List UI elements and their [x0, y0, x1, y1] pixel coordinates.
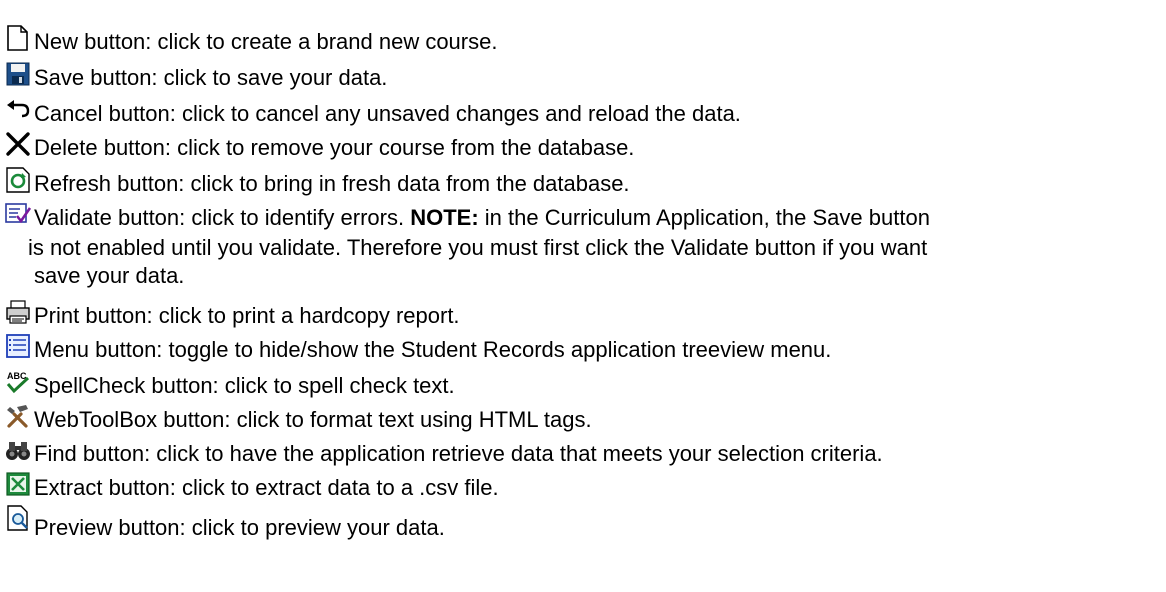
list-item-preview: Preview button: click to preview your da… [4, 504, 445, 542]
validate-continuation-2: save your data. [34, 263, 185, 288]
excel-extract-icon[interactable] [4, 470, 32, 498]
validate-icon[interactable] [4, 200, 32, 228]
list-item-webtoolbox: WebToolBox button: click to format text … [4, 402, 592, 434]
save-disk-icon[interactable] [4, 60, 32, 88]
list-item-extract: Extract button: click to extract data to… [4, 470, 499, 502]
refresh-icon[interactable] [4, 166, 32, 194]
item-text: Validate button: click to identify error… [34, 200, 930, 232]
item-text: Find button: click to have the applicati… [34, 441, 883, 466]
svg-text:ABC: ABC [7, 371, 27, 381]
item-text: New button: click to create a brand new … [34, 29, 498, 54]
menu-list-icon[interactable] [4, 332, 32, 360]
list-item-validate: Validate button: click to identify error… [4, 200, 930, 232]
validate-continuation-1: is not enabled until you validate. There… [28, 235, 928, 260]
tools-icon[interactable] [4, 402, 32, 430]
item-text: Cancel button: click to cancel any unsav… [34, 101, 741, 126]
validate-text: Validate button: click to identify error… [34, 205, 411, 230]
list-item-spellcheck: ABC SpellCheck button: click to spell ch… [4, 368, 455, 400]
preview-icon[interactable] [4, 504, 32, 532]
binoculars-icon[interactable] [4, 436, 32, 464]
note-text: in the Curriculum Application, the Save … [478, 205, 930, 230]
list-item-save: Save button: click to save your data. [4, 60, 387, 92]
new-document-icon[interactable] [4, 24, 32, 52]
delete-x-icon[interactable] [4, 130, 32, 158]
item-text: Save button: click to save your data. [34, 65, 388, 90]
list-item-find: Find button: click to have the applicati… [4, 436, 883, 468]
item-text: Preview button: click to preview your da… [34, 515, 445, 540]
note-label: NOTE: [410, 205, 479, 230]
item-text: SpellCheck button: click to spell check … [34, 373, 455, 398]
item-text: WebToolBox button: click to format text … [34, 407, 592, 432]
printer-icon[interactable] [4, 298, 32, 326]
list-item-refresh: Refresh button: click to bring in fresh … [4, 166, 630, 198]
item-text: Delete button: click to remove your cour… [34, 135, 635, 160]
list-item-menu: Menu button: toggle to hide/show the Stu… [4, 332, 831, 364]
item-text: Refresh button: click to bring in fresh … [34, 171, 630, 196]
list-item-cancel: Cancel button: click to cancel any unsav… [4, 96, 741, 128]
list-item-delete: Delete button: click to remove your cour… [4, 130, 634, 162]
list-item-new: New button: click to create a brand new … [4, 24, 497, 56]
item-text: Extract button: click to extract data to… [34, 475, 499, 500]
undo-arrow-icon[interactable] [4, 96, 32, 124]
item-text: Menu button: toggle to hide/show the Stu… [34, 337, 832, 362]
spellcheck-icon[interactable]: ABC [4, 368, 32, 396]
list-item-print: Print button: click to print a hardcopy … [4, 298, 460, 330]
item-text: Print button: click to print a hardcopy … [34, 303, 460, 328]
